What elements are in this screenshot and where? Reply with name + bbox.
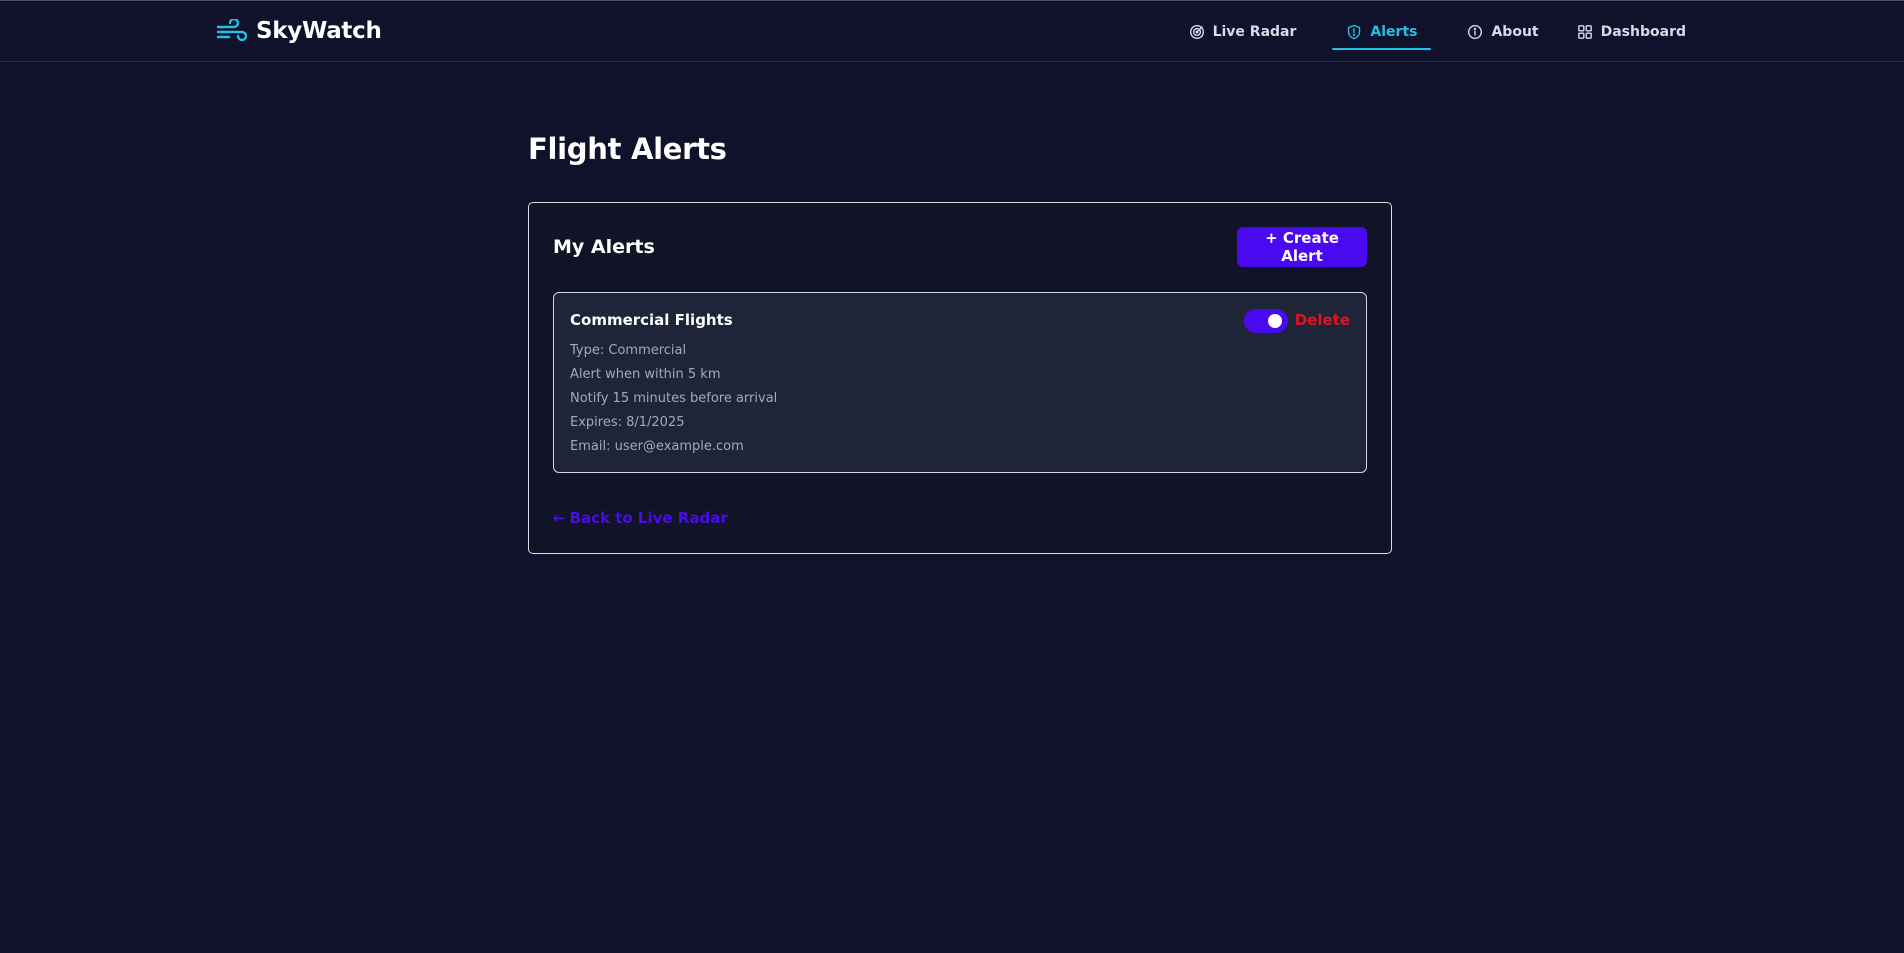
- alert-details: Type: Commercial Alert when within 5 km …: [570, 339, 777, 459]
- page-title: Flight Alerts: [528, 132, 727, 166]
- info-icon: [1468, 24, 1483, 39]
- alert-detail-distance: Alert when within 5 km: [570, 367, 721, 382]
- alert-enabled-toggle[interactable]: [1244, 309, 1288, 333]
- alert-detail-type: Type: Commercial: [570, 343, 687, 358]
- alert-card: Commercial Flights Type: Commercial Aler…: [553, 292, 1367, 473]
- grid-icon: [1577, 24, 1592, 39]
- alert-detail-expires: Expires: 8/1/2025: [570, 415, 685, 430]
- shield-icon: [1348, 24, 1361, 39]
- nav-label-dashboard: Dashboard: [1600, 23, 1686, 40]
- nav-label-about: About: [1491, 23, 1539, 40]
- toggle-knob: [1268, 314, 1282, 328]
- alert-detail-email: Email: user@example.com: [570, 439, 744, 454]
- back-to-live-radar-link[interactable]: ← Back to Live Radar: [553, 509, 728, 527]
- nav-label-live-radar: Live Radar: [1212, 23, 1297, 40]
- alert-detail-notify: Notify 15 minutes before arrival: [570, 391, 778, 406]
- arrow-left-icon: ←: [553, 509, 566, 527]
- radar-icon: [1189, 24, 1204, 39]
- wind-icon: [216, 19, 247, 42]
- back-link-label: Back to Live Radar: [569, 509, 728, 527]
- nav-item-alerts[interactable]: Alerts: [1332, 1, 1432, 62]
- brand-name: SkyWatch: [256, 18, 382, 44]
- nav-item-about[interactable]: About: [1465, 1, 1540, 62]
- alerts-panel-heading: My Alerts: [553, 236, 655, 258]
- brand[interactable]: SkyWatch: [216, 15, 382, 47]
- main-nav: Live Radar Alerts About Dashboard: [1187, 1, 1688, 62]
- nav-item-live-radar[interactable]: Live Radar: [1187, 1, 1299, 62]
- create-alert-button[interactable]: + Create Alert: [1237, 227, 1367, 267]
- top-navbar: SkyWatch Live Radar Alerts About Dashboa…: [0, 0, 1904, 62]
- alerts-panel: My Alerts + Create Alert Commercial Flig…: [528, 202, 1392, 554]
- alert-name: Commercial Flights: [570, 311, 733, 329]
- nav-item-dashboard[interactable]: Dashboard: [1575, 1, 1688, 62]
- delete-alert-button[interactable]: Delete: [1295, 311, 1350, 329]
- nav-label-alerts: Alerts: [1370, 23, 1418, 40]
